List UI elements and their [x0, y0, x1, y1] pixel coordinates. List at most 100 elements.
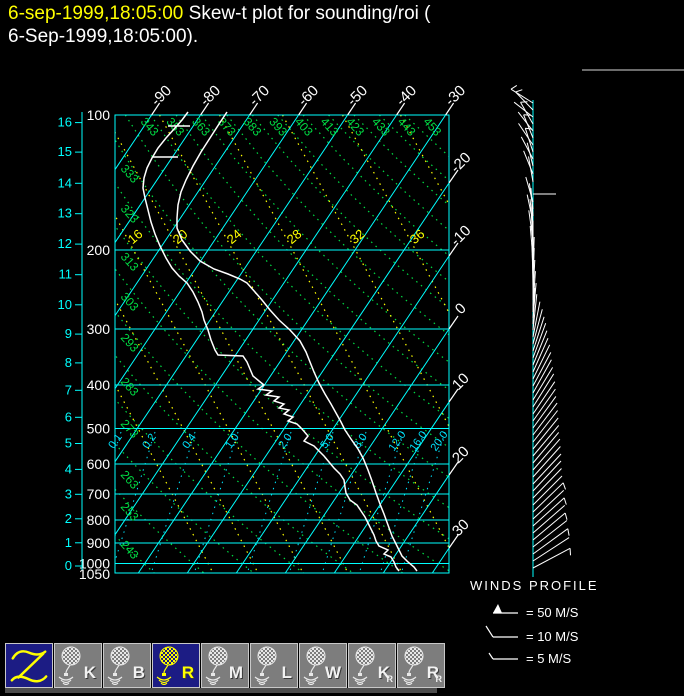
svg-text:30: 30 [449, 516, 473, 540]
svg-text:10: 10 [449, 370, 473, 394]
legend-label: = 50 M/S [526, 605, 579, 620]
toolbar-button-r-r[interactable]: RR [397, 643, 445, 688]
button-letter: K [83, 663, 96, 682]
sounding-traces [142, 111, 418, 572]
toolbar-button-k-r[interactable]: KR [348, 643, 396, 688]
temp-right-labels: -20 -10 0 10 20 30 [447, 149, 474, 549]
svg-text:3: 3 [65, 486, 72, 501]
svg-text:0: 0 [65, 558, 72, 573]
svg-text:900: 900 [87, 535, 111, 551]
svg-text:7: 7 [65, 382, 72, 397]
svg-text:11: 11 [59, 267, 73, 282]
button-subscript: R [435, 674, 443, 684]
radiosonde-balloon-icon [156, 646, 179, 685]
skewt-plot: 1002003004005006007008009001000105001234… [58, 69, 684, 666]
svg-text:9: 9 [65, 326, 72, 341]
svg-text:343: 343 [138, 115, 162, 139]
temp-top-labels: -90 -80 -70 -60 -50 -40 -30 [148, 82, 469, 116]
svg-text:24: 24 [224, 226, 245, 247]
svg-text:20: 20 [449, 443, 473, 467]
svg-text:8.0: 8.0 [351, 432, 370, 451]
height-axis-labels: 012345678910111213141516 [58, 115, 72, 573]
toolbar-button-k[interactable]: K [54, 643, 102, 688]
svg-text:-20: -20 [447, 149, 474, 176]
height-axis [75, 112, 83, 570]
svg-text:13: 13 [58, 206, 72, 221]
winds-profile-title: WINDS PROFILE [470, 578, 599, 593]
toolbar-button-z-logo[interactable] [5, 643, 53, 688]
svg-text:1: 1 [65, 535, 72, 550]
svg-text:393: 393 [266, 115, 290, 139]
skewt-app-window: 6-sep-1999,18:05:00 Skew-t plot for soun… [0, 0, 684, 696]
isotherms [115, 115, 449, 573]
svg-text:243: 243 [118, 538, 142, 562]
z-logo-icon [10, 650, 48, 683]
svg-text:4: 4 [65, 461, 72, 476]
svg-text:500: 500 [87, 421, 111, 437]
svg-text:800: 800 [87, 512, 111, 528]
svg-text:0: 0 [452, 300, 470, 318]
svg-text:28: 28 [284, 226, 305, 247]
pressure-axis-labels: 10020030040050060070080090010001050 [79, 107, 110, 582]
svg-text:300: 300 [87, 321, 111, 337]
button-letter: B [132, 663, 145, 682]
svg-text:8: 8 [65, 355, 72, 370]
svg-text:2: 2 [65, 511, 72, 526]
svg-text:1.0: 1.0 [223, 432, 242, 451]
half-barb-symbol [488, 652, 494, 660]
mixing-ratio-labels: 0.1 0.2 0.4 1.0 2.0 5.0 8.0 12.016.020.0 [106, 429, 450, 453]
svg-text:-70: -70 [246, 82, 273, 109]
svg-text:700: 700 [87, 486, 111, 502]
svg-text:333: 333 [118, 162, 142, 186]
svg-text:323: 323 [118, 202, 142, 226]
toolbar-button-m[interactable]: M [201, 643, 249, 688]
svg-text:16.0: 16.0 [407, 429, 429, 453]
svg-text:433: 433 [369, 115, 393, 139]
svg-text:600: 600 [87, 456, 111, 472]
svg-text:443: 443 [395, 115, 419, 139]
button-letter: L [281, 663, 292, 682]
radiosonde-balloon-icon [254, 646, 277, 685]
svg-text:1050: 1050 [79, 566, 110, 582]
toolbar-button-b[interactable]: B [103, 643, 151, 688]
svg-text:-50: -50 [344, 82, 371, 109]
moist-adiabats [115, 115, 449, 573]
svg-text:100: 100 [87, 107, 111, 123]
full-barb-symbol [485, 625, 494, 638]
svg-text:-90: -90 [148, 82, 175, 109]
radiosonde-balloon-icon [107, 646, 130, 685]
svg-text:453: 453 [420, 115, 444, 139]
svg-text:313: 313 [118, 250, 142, 274]
svg-text:383: 383 [241, 115, 265, 139]
svg-text:303: 303 [118, 290, 142, 314]
svg-text:263: 263 [118, 468, 142, 492]
svg-text:-60: -60 [295, 82, 322, 109]
winds-profile-legend: WINDS PROFILE = 50 M/S = 10 M/S = 5 M/S [470, 578, 599, 666]
svg-text:293: 293 [118, 331, 142, 355]
legend-label: = 10 M/S [526, 629, 579, 644]
toolbar-button-w[interactable]: W [299, 643, 347, 688]
svg-text:2.0: 2.0 [276, 432, 295, 451]
svg-text:5.0: 5.0 [318, 432, 337, 451]
theta-top-labels: 343 353 363 373 383 393 403 413 423 433 443 4533333… [118, 115, 445, 562]
svg-text:5: 5 [65, 436, 72, 451]
svg-text:400: 400 [87, 377, 111, 393]
svg-text:10: 10 [58, 297, 72, 312]
svg-text:-80: -80 [197, 82, 224, 109]
svg-text:-10: -10 [447, 222, 474, 249]
toolbar-button-r[interactable]: R [152, 643, 200, 688]
svg-text:423: 423 [343, 115, 367, 139]
toolbar-shadow [5, 688, 437, 693]
svg-text:0.2: 0.2 [140, 432, 159, 451]
svg-text:32: 32 [347, 226, 368, 247]
svg-text:36: 36 [407, 226, 428, 247]
wind-barbs [510, 84, 571, 569]
radiosonde-balloon-icon [401, 646, 424, 685]
button-letter: M [228, 663, 243, 682]
svg-text:200: 200 [87, 242, 111, 258]
legend-label: = 5 M/S [526, 651, 571, 666]
svg-text:363: 363 [189, 115, 213, 139]
toolbar-button-l[interactable]: L [250, 643, 298, 688]
svg-text:16: 16 [58, 115, 72, 130]
radiosonde-balloon-icon [58, 646, 81, 685]
